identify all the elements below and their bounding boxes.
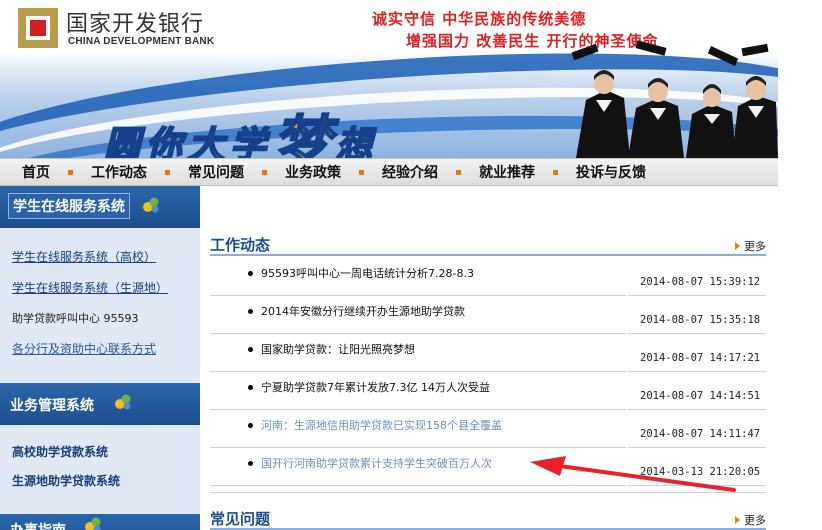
nav-home[interactable]: 首页 [14, 162, 58, 182]
red-arrow-annotation [530, 456, 736, 492]
banner-char: 你 [145, 123, 189, 158]
sidebar-business-links: 高校助学贷款系统 生源地助学贷款系统 [0, 425, 200, 507]
news-title[interactable]: 宁夏助学贷款7年累计发放7.3亿 14万人次受益 [261, 379, 490, 395]
news-title[interactable]: 国家助学贷款：让阳光照亮梦想 [261, 341, 415, 357]
header-banner: 国家开发银行 CHINA DEVELOPMENT BANK 诚实守信 中华民族的… [0, 0, 778, 158]
news-row[interactable]: 河南：生源地信用助学贷款已实现158个县全覆盖 2014-08-07 14:11… [210, 410, 766, 448]
nav-policy[interactable]: 业务政策 [277, 162, 349, 182]
bullet-icon [248, 385, 253, 390]
origin-loan-system-link[interactable]: 生源地助学贷款系统 [12, 472, 188, 489]
college-loan-system-link[interactable]: 高校助学贷款系统 [12, 443, 188, 460]
news-row[interactable]: 宁夏助学贷款7年累计发放7.3亿 14万人次受益 2014-08-07 14:1… [210, 372, 766, 410]
faq-header: 常见问题 更多 [210, 504, 766, 530]
gear-cluster-icon [115, 394, 131, 410]
sidebar-title[interactable]: 学生在线服务系统 [8, 193, 130, 219]
banner-char: 圆 [103, 123, 147, 158]
nav-feedback[interactable]: 投诉与反馈 [568, 162, 654, 182]
work-news-more-link[interactable]: 更多 [735, 238, 766, 254]
news-row[interactable]: 2014年安徽分行继续开办生源地助学贷款 2014-08-07 15:35:18 [210, 296, 766, 334]
bank-name-en: CHINA DEVELOPMENT BANK [68, 36, 215, 47]
nav-separator [165, 169, 170, 175]
contact-info-link[interactable]: 各分行及资助中心联系方式 [12, 340, 188, 357]
graduates-photo [571, 40, 778, 158]
work-news-title[interactable]: 工作动态 [210, 234, 270, 255]
slogan-line-1: 诚实守信 中华民族的传统美德 [372, 10, 587, 28]
nav-separator [456, 169, 461, 175]
sidebar: 学生在线服务系统 学生在线服务系统（高校） 学生在线服务系统（生源地） 助学贷款… [0, 186, 200, 530]
hotline-text: 助学贷款呼叫中心 95593 [12, 312, 139, 325]
nav-separator [553, 169, 558, 175]
news-title[interactable]: 河南：生源地信用助学贷款已实现158个县全覆盖 [261, 417, 502, 433]
nav-separator [359, 169, 364, 175]
nav-faq[interactable]: 常见问题 [180, 162, 252, 182]
sidebar-header-third[interactable]: 办事指南 [0, 514, 200, 530]
arrow-right-icon [735, 242, 740, 250]
bullet-icon [248, 309, 253, 314]
news-date: 2014-08-07 14:17:21 [640, 352, 761, 364]
sidebar-header-business-system[interactable]: 业务管理系统 [0, 383, 200, 425]
work-news-header: 工作动态 更多 [210, 230, 766, 256]
sidebar-title[interactable]: 办事指南 [10, 520, 66, 530]
page: 国家开发银行 CHINA DEVELOPMENT BANK 诚实守信 中华民族的… [0, 0, 822, 530]
nav-jobs[interactable]: 就业推荐 [471, 162, 543, 182]
bank-logo-icon[interactable] [18, 8, 58, 48]
news-row[interactable]: 95593呼叫中心一周电话统计分析7.28-8.3 2014-08-07 15:… [210, 258, 766, 296]
news-title[interactable]: 2014年安徽分行继续开办生源地助学贷款 [261, 303, 465, 319]
faq-more-link[interactable]: 更多 [735, 512, 766, 528]
news-title[interactable]: 95593呼叫中心一周电话统计分析7.28-8.3 [261, 265, 474, 281]
banner-char: 学 [229, 123, 273, 158]
sidebar-student-links: 学生在线服务系统（高校） 学生在线服务系统（生源地） 助学贷款呼叫中心 9559… [0, 228, 200, 377]
bullet-icon [248, 461, 253, 466]
bullet-icon [248, 347, 253, 352]
banner-char: 梦 [271, 108, 337, 158]
news-date: 2014-08-07 14:11:47 [640, 428, 761, 440]
news-date: 2014-08-07 14:14:51 [640, 390, 761, 402]
bank-name-cn[interactable]: 国家开发银行 [66, 6, 204, 38]
section-divider [210, 492, 766, 493]
nav-separator [68, 169, 73, 175]
bullet-icon [248, 271, 253, 276]
nav-separator [262, 169, 267, 175]
main-nav: 首页 工作动态 常见问题 业务政策 经验介绍 就业推荐 投诉与反馈 [0, 158, 778, 186]
student-system-origin-link[interactable]: 学生在线服务系统（生源地） [12, 279, 188, 296]
nav-work-news[interactable]: 工作动态 [83, 162, 155, 182]
student-system-college-link[interactable]: 学生在线服务系统（高校） [12, 248, 188, 265]
bullet-icon [248, 423, 253, 428]
news-row[interactable]: 国家助学贷款：让阳光照亮梦想 2014-08-07 14:17:21 [210, 334, 766, 372]
news-date: 2014-08-07 15:39:12 [640, 276, 761, 288]
gear-cluster-icon [85, 517, 101, 530]
sidebar-header-student-system[interactable]: 学生在线服务系统 [0, 186, 200, 228]
news-date: 2014-08-07 15:35:18 [640, 314, 761, 326]
banner-char: 大 [187, 123, 231, 158]
news-title[interactable]: 国开行河南助学贷款累计支持学生突破百万人次 [261, 455, 492, 471]
gear-cluster-icon [143, 197, 159, 213]
faq-title[interactable]: 常见问题 [210, 508, 270, 529]
main-content: 工作动态 更多 95593呼叫中心一周电话统计分析7.28-8.3 2014-0… [200, 186, 778, 530]
arrow-right-icon [735, 516, 740, 524]
nav-experience[interactable]: 经验介绍 [374, 162, 446, 182]
sidebar-title[interactable]: 业务管理系统 [10, 395, 94, 415]
banner-char: 想 [335, 123, 379, 158]
banner-dream-title: 圆你大学梦想 [103, 90, 379, 158]
right-margin [778, 0, 822, 530]
